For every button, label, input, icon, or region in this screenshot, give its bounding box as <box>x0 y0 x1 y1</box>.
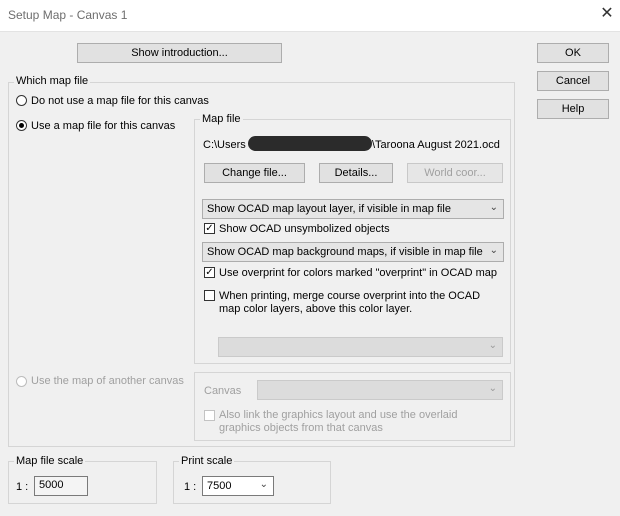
merge-overprint-label-line2[interactable]: map color layers, above this color layer… <box>219 303 412 315</box>
print-scale-prefix: 1 : <box>184 481 197 493</box>
ok-button[interactable]: OK <box>537 43 609 63</box>
details-button[interactable]: Details... <box>319 163 393 183</box>
print-scale-select-value: 7500 <box>207 480 232 492</box>
map-file-label: Map file <box>200 113 243 125</box>
background-maps-select[interactable]: Show OCAD map background maps, if visibl… <box>202 242 504 262</box>
print-scale-label: Print scale <box>179 455 235 467</box>
radio-use-map-file-label[interactable]: Use a map file for this canvas <box>31 120 175 132</box>
chevron-down-icon: ⌄ <box>489 202 498 213</box>
title-bar: Setup Map - Canvas 1 ✕ <box>0 0 620 32</box>
change-file-button[interactable]: Change file... <box>204 163 305 183</box>
layout-layer-select[interactable]: Show OCAD map layout layer, if visible i… <box>202 199 504 219</box>
map-file-path-suffix: \Taroona August 2021.ocd <box>372 139 500 151</box>
map-file-scale-field: 5000 <box>34 476 88 496</box>
background-maps-select-value: Show OCAD map background maps, if visibl… <box>207 246 483 258</box>
which-map-file-label: Which map file <box>14 75 91 87</box>
link-graphics-checkbox[interactable] <box>204 410 215 421</box>
link-graphics-label-line1[interactable]: Also link the graphics layout and use th… <box>219 409 457 421</box>
merge-overprint-checkbox[interactable] <box>204 290 215 301</box>
map-file-scale-label: Map file scale <box>14 455 86 467</box>
window-title: Setup Map - Canvas 1 <box>8 8 128 22</box>
chevron-down-icon: ⌄ <box>488 383 497 394</box>
cancel-button[interactable]: Cancel <box>537 71 609 91</box>
close-icon[interactable]: ✕ <box>598 5 616 23</box>
map-file-path-prefix: C:\Users <box>203 139 246 151</box>
canvas-label: Canvas <box>204 385 242 397</box>
show-introduction-button[interactable]: Show introduction... <box>77 43 282 63</box>
radio-no-map-file-label[interactable]: Do not use a map file for this canvas <box>31 95 209 107</box>
merge-overprint-label-line1[interactable]: When printing, merge course overprint in… <box>219 290 480 302</box>
layout-layer-select-value: Show OCAD map layout layer, if visible i… <box>207 203 451 215</box>
radio-use-map-file[interactable] <box>16 120 27 131</box>
color-layer-select[interactable]: ⌄ <box>218 337 503 357</box>
link-graphics-label-line2[interactable]: graphics objects from that canvas <box>219 422 383 434</box>
chevron-down-icon: ⌄ <box>488 340 497 351</box>
help-button[interactable]: Help <box>537 99 609 119</box>
redacted-path-segment <box>248 136 372 151</box>
chevron-down-icon: ⌄ <box>489 245 498 256</box>
radio-no-map-file[interactable] <box>16 95 27 106</box>
chevron-down-icon: ⌄ <box>259 479 268 490</box>
unsymbolized-checkbox-label[interactable]: Show OCAD unsymbolized objects <box>219 223 390 235</box>
overprint-checkbox-label[interactable]: Use overprint for colors marked "overpri… <box>219 267 497 279</box>
radio-other-canvas[interactable] <box>16 376 27 387</box>
world-coordinates-button[interactable]: World coor... <box>407 163 503 183</box>
radio-other-canvas-label[interactable]: Use the map of another canvas <box>31 375 184 387</box>
unsymbolized-checkbox[interactable]: ✓ <box>204 223 215 234</box>
overprint-checkbox[interactable]: ✓ <box>204 267 215 278</box>
print-scale-select[interactable]: 7500 ⌄ <box>202 476 274 496</box>
map-scale-prefix: 1 : <box>16 481 29 493</box>
canvas-select[interactable]: ⌄ <box>257 380 503 400</box>
